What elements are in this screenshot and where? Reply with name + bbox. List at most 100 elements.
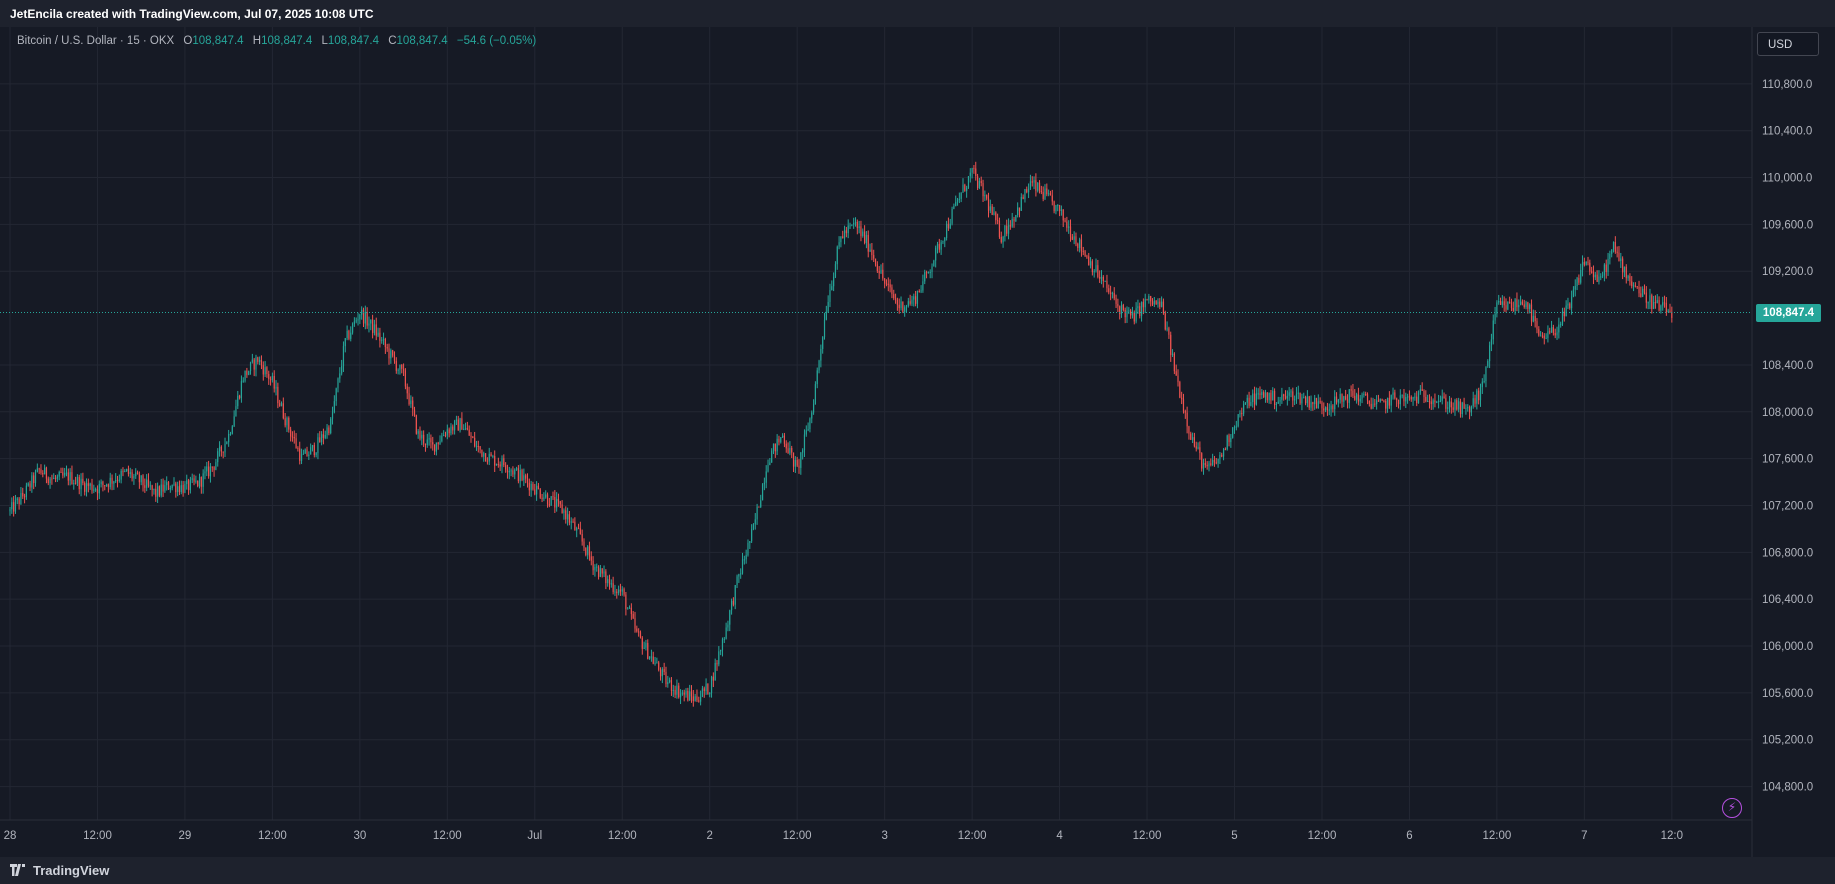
candle-body bbox=[1088, 256, 1090, 266]
candle-body bbox=[743, 559, 745, 561]
candle-body bbox=[23, 496, 26, 498]
candle-body bbox=[275, 386, 277, 389]
candle-body bbox=[683, 692, 685, 695]
candle-body bbox=[1543, 335, 1545, 339]
candle-body bbox=[1188, 426, 1190, 434]
candle-body bbox=[1519, 301, 1522, 305]
candle-body bbox=[432, 442, 434, 445]
candle-body bbox=[1181, 397, 1183, 400]
price-tick-label: 105,200.0 bbox=[1762, 735, 1813, 747]
candle-body bbox=[22, 492, 24, 497]
tradingview-logo[interactable]: TradingView bbox=[10, 863, 109, 878]
candle-body bbox=[971, 167, 973, 173]
candle-body bbox=[279, 403, 281, 406]
candle-body bbox=[446, 429, 448, 436]
candle-body bbox=[1499, 300, 1502, 305]
candle-body bbox=[1388, 397, 1390, 406]
candle-body bbox=[1374, 403, 1376, 405]
candle-body bbox=[822, 337, 824, 349]
candle-body bbox=[1308, 396, 1310, 408]
candle-body bbox=[862, 231, 864, 236]
candle-body bbox=[512, 470, 514, 475]
candle-body bbox=[674, 689, 676, 695]
candle-body bbox=[44, 467, 46, 475]
candle-body bbox=[794, 459, 796, 467]
lightning-icon[interactable]: ⚡ bbox=[1722, 798, 1742, 818]
candle-body bbox=[474, 437, 476, 447]
candle-body bbox=[197, 480, 199, 487]
candle-body bbox=[1228, 435, 1230, 443]
candle-body bbox=[811, 412, 813, 419]
candle-body bbox=[995, 212, 997, 221]
candle-body bbox=[441, 435, 443, 442]
candle-body bbox=[916, 291, 919, 304]
candle-body bbox=[1332, 405, 1334, 410]
time-tick-label: Jul bbox=[527, 830, 542, 842]
candle-body bbox=[1020, 196, 1022, 211]
candle-body bbox=[1523, 304, 1525, 308]
candle-body bbox=[893, 294, 895, 299]
candle-body bbox=[1031, 181, 1033, 183]
candle-body bbox=[1386, 397, 1389, 409]
candle-body bbox=[874, 258, 877, 265]
candle-body bbox=[902, 301, 904, 312]
candle-body bbox=[1642, 288, 1644, 297]
candle-body bbox=[1033, 180, 1035, 183]
candle-body bbox=[543, 497, 545, 500]
candle-body bbox=[1272, 390, 1274, 401]
currency-button[interactable]: USD bbox=[1757, 32, 1819, 56]
candle-body bbox=[138, 474, 140, 483]
candle-body bbox=[477, 445, 479, 447]
candle-body bbox=[484, 453, 487, 462]
candle-body bbox=[435, 442, 437, 452]
candle-body bbox=[563, 510, 565, 514]
candle-body bbox=[293, 437, 295, 439]
candle-body bbox=[1080, 239, 1083, 251]
candle-body bbox=[193, 478, 195, 482]
candle-body bbox=[40, 469, 42, 473]
candle-body bbox=[1623, 266, 1626, 273]
candle-body bbox=[749, 541, 751, 543]
candle-body bbox=[834, 264, 837, 277]
candle-body bbox=[789, 448, 791, 454]
candle-body bbox=[140, 475, 142, 483]
candle-body bbox=[525, 475, 527, 479]
candle-body bbox=[1350, 389, 1352, 391]
candle-body bbox=[802, 450, 804, 453]
legend-symbol[interactable]: Bitcoin / U.S. Dollar · 15 · OKX bbox=[17, 35, 174, 47]
candle-body bbox=[1314, 397, 1316, 405]
candle-body bbox=[1186, 412, 1188, 427]
candle-body bbox=[685, 690, 687, 695]
candle-body bbox=[1396, 398, 1398, 401]
time-tick-label: 12:00 bbox=[258, 830, 287, 842]
candle-body bbox=[107, 484, 109, 488]
candle-body bbox=[182, 485, 184, 493]
candle-body bbox=[1638, 287, 1640, 294]
candle-body bbox=[238, 395, 241, 399]
candle-body bbox=[1489, 345, 1491, 362]
candle-body bbox=[942, 241, 944, 243]
candle-body bbox=[1647, 302, 1649, 304]
candle-body bbox=[20, 492, 22, 505]
candle-body bbox=[776, 438, 778, 452]
candle-body bbox=[1035, 180, 1037, 191]
candle-body bbox=[1494, 313, 1496, 321]
candle-body bbox=[406, 386, 408, 394]
candle-body bbox=[1128, 310, 1130, 312]
candlestick-chart[interactable]: 104,800.0 105,200.0 105,600.0 106,000.0 106,… bbox=[0, 27, 1835, 857]
candle-body bbox=[1011, 218, 1013, 227]
candle-body bbox=[273, 376, 275, 389]
candle-body bbox=[71, 472, 73, 485]
candle-body bbox=[945, 223, 948, 238]
candle-body bbox=[505, 465, 507, 470]
candle-body bbox=[1372, 403, 1374, 409]
candle-body bbox=[328, 427, 330, 434]
candle-body bbox=[572, 521, 574, 523]
candle-body bbox=[987, 198, 990, 211]
candle-body bbox=[393, 355, 396, 361]
candle-body bbox=[1264, 392, 1267, 398]
candle-body bbox=[964, 184, 966, 191]
candle-body bbox=[1215, 462, 1217, 464]
candle-body bbox=[638, 631, 640, 633]
candle-body bbox=[146, 479, 148, 488]
